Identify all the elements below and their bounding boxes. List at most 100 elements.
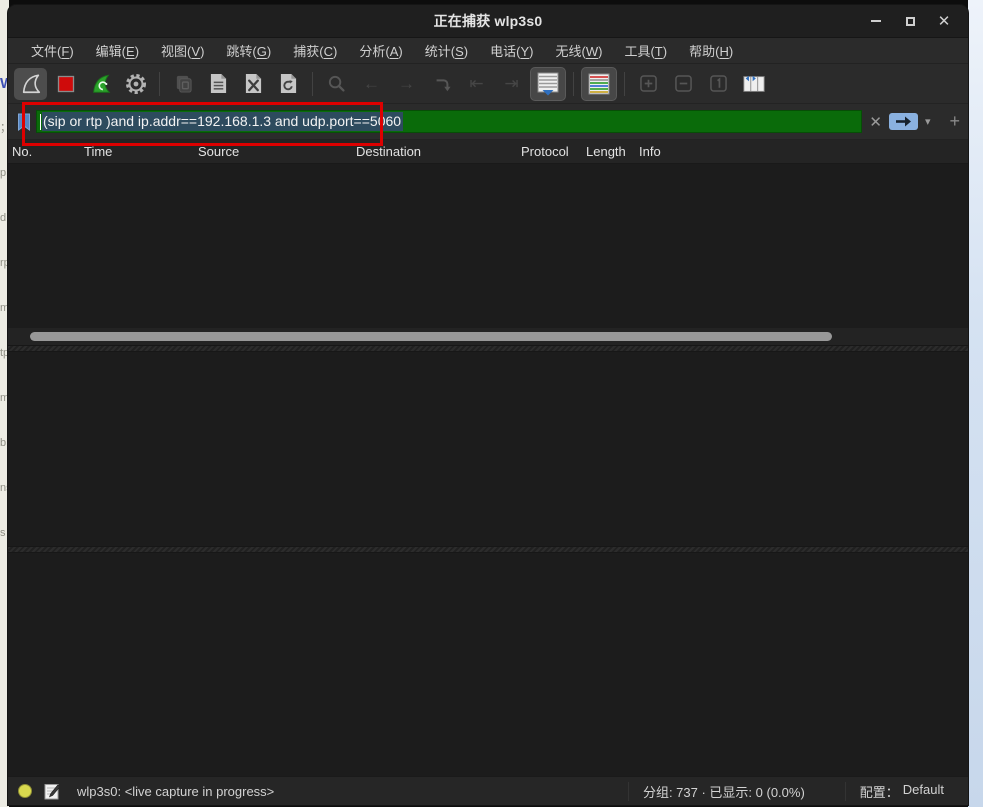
toolbar-separator bbox=[312, 72, 313, 96]
window-controls: ✕ bbox=[866, 11, 954, 31]
pane-splitter[interactable] bbox=[8, 345, 968, 352]
resize-columns-icon bbox=[742, 74, 766, 94]
zoom-in-icon bbox=[640, 75, 657, 92]
menu-item[interactable]: 统计(S) bbox=[416, 38, 477, 63]
status-bar: wlp3s0: <live capture in progress> 分组: 7… bbox=[8, 776, 968, 805]
menu-item[interactable]: 帮助(H) bbox=[680, 38, 742, 63]
filter-expression-text: (sip or rtp )and ip.addr==192.168.1.3 an… bbox=[42, 112, 403, 131]
text-cursor bbox=[40, 114, 41, 130]
capture-comment-button[interactable] bbox=[44, 783, 59, 800]
reload-file-icon bbox=[279, 73, 298, 94]
column-header[interactable]: No. bbox=[8, 140, 80, 163]
close-button[interactable]: ✕ bbox=[934, 11, 954, 31]
next-packet-button[interactable]: → bbox=[390, 68, 423, 100]
notepad-pencil-icon bbox=[44, 783, 59, 800]
arrow-right-icon: → bbox=[398, 74, 415, 94]
bookmark-icon bbox=[17, 113, 31, 131]
gear-icon bbox=[124, 72, 148, 96]
menu-item[interactable]: 跳转(G) bbox=[217, 38, 280, 63]
window-title: 正在捕获 wlp3s0 bbox=[8, 11, 968, 31]
open-file-button[interactable] bbox=[167, 68, 200, 100]
first-packet-button[interactable]: ⇤ bbox=[460, 68, 493, 100]
menu-item[interactable]: 分析(A) bbox=[350, 38, 411, 63]
zoom-out-icon bbox=[675, 75, 692, 92]
profile-selector[interactable]: 配置： Default bbox=[845, 782, 944, 801]
packet-details-pane[interactable] bbox=[8, 352, 968, 546]
column-header[interactable]: Info bbox=[635, 140, 968, 163]
save-file-button[interactable] bbox=[202, 68, 235, 100]
main-toolbar: ← → ⇤ ⇥ bbox=[8, 64, 968, 104]
find-packet-button[interactable] bbox=[320, 68, 353, 100]
column-header[interactable]: Time bbox=[80, 140, 194, 163]
apply-arrow-icon bbox=[895, 116, 912, 127]
colorize-toggle[interactable] bbox=[581, 67, 617, 101]
profile-label: 配置： bbox=[860, 782, 899, 801]
add-filter-button[interactable]: + bbox=[949, 111, 960, 132]
close-file-button[interactable] bbox=[237, 68, 270, 100]
shark-fin-icon bbox=[20, 73, 42, 95]
menu-item[interactable]: 无线(W) bbox=[546, 38, 611, 63]
column-header[interactable]: Source bbox=[194, 140, 352, 163]
menu-item[interactable]: 工具(T) bbox=[615, 38, 676, 63]
display-filter-input[interactable]: (sip or rtp )and ip.addr==192.168.1.3 an… bbox=[36, 110, 862, 133]
minimize-button[interactable] bbox=[866, 11, 886, 31]
auto-scroll-toggle[interactable] bbox=[530, 67, 566, 101]
apply-filter-button[interactable] bbox=[889, 113, 918, 130]
filter-bookmark-button[interactable] bbox=[12, 110, 36, 134]
zoom-out-button[interactable] bbox=[667, 68, 700, 100]
start-capture-button[interactable] bbox=[14, 68, 47, 100]
scrollbar-thumb[interactable] bbox=[30, 332, 832, 341]
menu-item[interactable]: 文件(F) bbox=[22, 38, 83, 63]
toolbar-separator bbox=[573, 72, 574, 96]
toolbar-separator bbox=[624, 72, 625, 96]
last-packet-button[interactable]: ⇥ bbox=[495, 68, 528, 100]
pane-splitter[interactable] bbox=[8, 546, 968, 553]
previous-packet-button[interactable]: ← bbox=[355, 68, 388, 100]
restart-capture-button[interactable] bbox=[84, 68, 117, 100]
packet-stats: 分组: 737 · 已显示: 0 (0.0%) bbox=[628, 782, 819, 801]
packet-list-pane[interactable] bbox=[8, 164, 968, 345]
desktop-background-right bbox=[968, 0, 983, 807]
resize-columns-button[interactable] bbox=[737, 68, 770, 100]
arrow-left-icon: ← bbox=[363, 74, 380, 94]
menu-item[interactable]: 捕获(C) bbox=[284, 38, 346, 63]
jump-arrow-icon bbox=[433, 75, 451, 93]
close-file-icon bbox=[244, 73, 263, 94]
open-file-icon bbox=[174, 74, 193, 93]
expert-info-button[interactable] bbox=[18, 784, 32, 798]
menu-item[interactable]: 电话(Y) bbox=[481, 38, 542, 63]
wireshark-window: 正在捕获 wlp3s0 ✕ 文件(F) 编辑(E) 视图(V) 跳转(G) 捕获… bbox=[8, 5, 968, 805]
reload-file-button[interactable] bbox=[272, 68, 305, 100]
profile-value: Default bbox=[903, 782, 944, 801]
menu-item[interactable]: 编辑(E) bbox=[87, 38, 148, 63]
filter-history-caret[interactable]: ▾ bbox=[925, 115, 931, 128]
packet-bytes-pane[interactable] bbox=[8, 553, 968, 776]
stop-icon bbox=[57, 75, 75, 93]
restart-fin-icon bbox=[90, 73, 112, 95]
column-header[interactable]: Length bbox=[582, 140, 635, 163]
filter-bar: (sip or rtp )and ip.addr==192.168.1.3 an… bbox=[8, 104, 968, 140]
auto-scroll-icon bbox=[537, 72, 559, 96]
go-to-packet-button[interactable] bbox=[425, 68, 458, 100]
maximize-icon bbox=[906, 17, 915, 26]
clear-filter-button[interactable]: ✕ bbox=[869, 113, 882, 131]
search-icon bbox=[327, 74, 346, 93]
column-header[interactable]: Protocol bbox=[517, 140, 582, 163]
capture-options-button[interactable] bbox=[119, 68, 152, 100]
horizontal-scrollbar[interactable] bbox=[8, 328, 968, 345]
arrow-bar-left-icon: ⇤ bbox=[469, 74, 483, 94]
packet-list-header: No. Time Source Destination Protocol Len… bbox=[8, 140, 968, 164]
zoom-in-button[interactable] bbox=[632, 68, 665, 100]
colorize-icon bbox=[588, 73, 610, 95]
zoom-normal-icon bbox=[710, 75, 727, 92]
capture-source-status: wlp3s0: <live capture in progress> bbox=[77, 784, 274, 799]
titlebar: 正在捕获 wlp3s0 ✕ bbox=[8, 5, 968, 38]
menu-item[interactable]: 视图(V) bbox=[152, 38, 213, 63]
minimize-icon bbox=[871, 20, 881, 22]
maximize-button[interactable] bbox=[900, 11, 920, 31]
filter-actions: ✕ ▾ + bbox=[869, 111, 960, 132]
menu-bar: 文件(F) 编辑(E) 视图(V) 跳转(G) 捕获(C) 分析(A) 统计(S… bbox=[8, 38, 968, 64]
stop-capture-button[interactable] bbox=[49, 68, 82, 100]
column-header[interactable]: Destination bbox=[352, 140, 517, 163]
zoom-normal-button[interactable] bbox=[702, 68, 735, 100]
